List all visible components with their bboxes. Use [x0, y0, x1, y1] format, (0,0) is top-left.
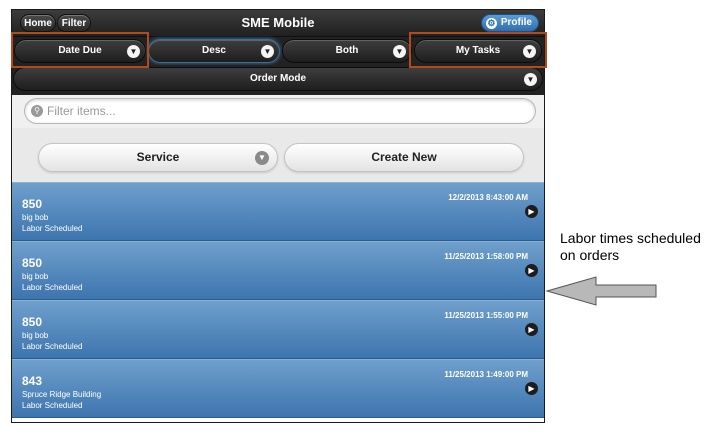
order-status: Labor Scheduled — [22, 342, 83, 351]
order-name: big bob — [22, 331, 49, 340]
filter-button[interactable]: Filter — [57, 14, 91, 32]
sort-order-value: Desc — [202, 45, 226, 56]
chevron-down-icon: ▼ — [255, 151, 269, 165]
scope-select[interactable]: Both ▼ — [282, 39, 412, 63]
profile-button[interactable]: ⚙ Profile — [480, 14, 539, 32]
chevron-down-icon: ▼ — [393, 45, 406, 58]
service-button[interactable]: Service ▼ — [38, 143, 278, 172]
chevron-down-icon: ▼ — [261, 45, 274, 58]
order-number: 843 — [22, 374, 43, 388]
annotation-arrow — [545, 276, 657, 306]
service-label: Service — [136, 150, 180, 164]
chevron-right-icon: ▶ — [525, 323, 538, 336]
list-item[interactable]: 850 big bob Labor Scheduled 12/2/2013 8:… — [12, 182, 544, 241]
app-frame: SME Mobile Home Filter ⚙ Profile Date Du… — [11, 9, 545, 423]
sort-field-select[interactable]: Date Due ▼ — [14, 39, 146, 63]
order-number: 850 — [22, 197, 43, 211]
chevron-right-icon: ▶ — [525, 382, 538, 395]
search-icon: ⚲ — [31, 105, 43, 117]
order-date: 11/25/2013 1:58:00 PM — [444, 252, 528, 261]
profile-label: Profile — [500, 17, 532, 28]
order-status: Labor Scheduled — [22, 224, 83, 233]
chevron-right-icon: ▶ — [525, 264, 538, 277]
list-item[interactable]: 843 Spruce Ridge Building Labor Schedule… — [12, 359, 544, 418]
order-list: 850 big bob Labor Scheduled 12/2/2013 8:… — [12, 182, 544, 422]
scope-value: Both — [335, 45, 359, 56]
tasks-value: My Tasks — [455, 45, 501, 56]
header-bar: SME Mobile Home Filter ⚙ Profile — [12, 10, 544, 37]
order-date: 11/25/2013 1:49:00 PM — [444, 370, 528, 379]
chevron-down-icon: ▼ — [523, 45, 536, 58]
order-number: 850 — [22, 256, 43, 270]
list-item[interactable]: 850 big bob Labor Scheduled 11/25/2013 1… — [12, 241, 544, 300]
order-date: 12/2/2013 8:43:00 AM — [448, 193, 528, 202]
annotation-text: Labor times scheduled on orders — [560, 230, 701, 263]
create-new-button[interactable]: Create New — [284, 143, 524, 172]
mode-select[interactable]: Order Mode ▼ — [13, 67, 543, 91]
chevron-right-icon: ▶ — [525, 205, 538, 218]
page-title: SME Mobile — [241, 15, 315, 30]
home-button[interactable]: Home — [20, 14, 56, 32]
order-name: big bob — [22, 213, 49, 222]
order-name: big bob — [22, 272, 49, 281]
filter-input[interactable] — [47, 102, 517, 120]
list-item[interactable]: 850 big bob Labor Scheduled 11/25/2013 1… — [12, 300, 544, 359]
sort-order-select[interactable]: Desc ▼ — [148, 39, 280, 63]
tasks-select[interactable]: My Tasks ▼ — [414, 39, 542, 63]
order-date: 11/25/2013 1:55:00 PM — [444, 311, 528, 320]
filter-field: ⚲ — [24, 98, 536, 124]
order-number: 850 — [22, 315, 43, 329]
mode-select-row: Order Mode ▼ — [12, 65, 544, 95]
chevron-down-icon: ▼ — [524, 73, 537, 86]
action-bar: Service ▼ Create New — [12, 128, 544, 182]
mode-value: Order Mode — [249, 73, 307, 84]
gear-icon: ⚙ — [485, 17, 497, 29]
sort-field-value: Date Due — [58, 45, 102, 56]
order-status: Labor Scheduled — [22, 401, 83, 410]
order-status: Labor Scheduled — [22, 283, 83, 292]
order-name: Spruce Ridge Building — [22, 390, 102, 399]
sort-select-row: Date Due ▼ Desc ▼ Both ▼ My Tasks ▼ — [12, 37, 544, 65]
chevron-down-icon: ▼ — [127, 45, 140, 58]
